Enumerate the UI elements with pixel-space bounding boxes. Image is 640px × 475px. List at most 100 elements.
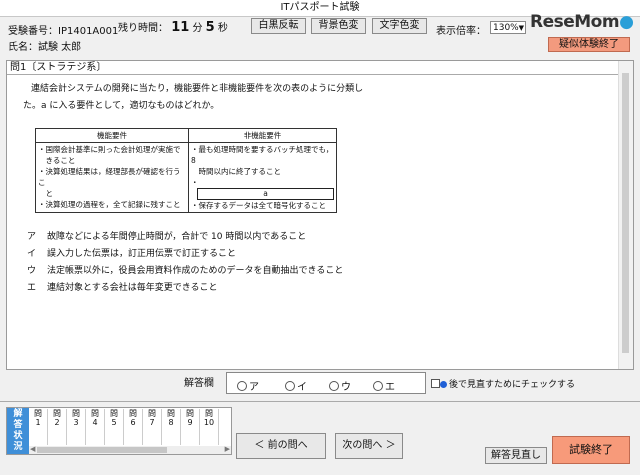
cell-word: 問 — [72, 409, 80, 418]
review-checkbox[interactable]: 後で見直すためにチェックする — [431, 377, 575, 390]
zoom-value: 130% — [493, 23, 519, 33]
finish-exam-button[interactable]: 試験終了 — [552, 436, 630, 464]
question-cell-4[interactable]: 問4 — [86, 409, 105, 445]
blank-a-box: a — [197, 188, 334, 200]
nonfunc-blank-row: ・ a — [191, 177, 334, 200]
choice-e: エ連結対象とする会社は毎年変更できること — [27, 280, 218, 293]
question-cell-5[interactable]: 問5 — [105, 409, 124, 445]
next-question-button[interactable]: 次の問へ ＞ — [335, 433, 403, 459]
scrollbar-thumb[interactable] — [622, 73, 629, 353]
choice-u-key: ウ — [27, 266, 37, 276]
cell-word: 問 — [148, 409, 156, 418]
zoom-select[interactable]: 130% ▼ — [490, 21, 526, 34]
status-scrollbar[interactable]: ◀ ▶ — [29, 445, 231, 454]
invert-colors-button[interactable]: 白黒反転 — [251, 18, 306, 34]
question-cell-7[interactable]: 問7 — [143, 409, 162, 445]
text-color-button[interactable]: 文字色変 — [372, 18, 427, 34]
func-item-2a: ・決算処理結果は，経理部長が確認を行うこ — [38, 167, 181, 187]
cell-word: 問 — [53, 409, 61, 418]
choice-a-key: ア — [27, 232, 37, 242]
zoom-label: 表示倍率： — [436, 26, 486, 37]
question-cell-2[interactable]: 問2 — [48, 409, 67, 445]
func-item-1a: ・国際会計基準に則った会計処理が実施で — [38, 145, 181, 154]
func-item-3: ・決算処理の過程を，全て記録に残すこと — [38, 200, 181, 209]
remaining-time: 残り時間： 11 分 5 秒 — [118, 19, 228, 35]
background-color-button[interactable]: 背景色変 — [311, 18, 366, 34]
question-cell-1[interactable]: 問1 — [29, 409, 48, 445]
question-cell-9[interactable]: 問9 — [181, 409, 200, 445]
cell-number: 9 — [187, 418, 193, 427]
functional-cell: ・国際会計基準に則った会計処理が実施で きること ・決算処理結果は，経理部長が確… — [35, 142, 189, 213]
choice-i-key: イ — [27, 249, 37, 259]
cell-number: 6 — [130, 418, 136, 427]
radio-icon[interactable] — [329, 381, 339, 391]
question-cell-10[interactable]: 問 10 — [200, 409, 219, 445]
cell-word: 問 — [91, 409, 99, 418]
choice-u-text: 法定帳票以外に，役員会用資料作成のためのデータを自動抽出できること — [47, 266, 344, 276]
status-label-char-3: 状 — [13, 431, 23, 441]
answer-options: ア イ ウ エ — [226, 372, 426, 394]
end-mock-exam-button[interactable]: 疑似体験終了 — [548, 37, 630, 52]
nonfunctional-header: 非機能要件 — [188, 128, 337, 143]
cell-number: 7 — [149, 418, 155, 427]
nonfunc-item-2: ・保存するデータは全て暗号化すること — [191, 201, 326, 210]
watermark-text: ReseMom — [530, 12, 620, 32]
cell-word: 問 — [205, 409, 213, 418]
cell-number: 1 — [35, 418, 41, 427]
question-line-2: た。a に入る要件として，適切なものはどれか。 — [23, 101, 220, 111]
question-cell-6[interactable]: 問6 — [124, 409, 143, 445]
answer-option-e[interactable]: エ — [373, 378, 395, 393]
answer-option-i-label: イ — [297, 382, 307, 393]
cell-number: 10 — [203, 418, 215, 427]
scroll-right-icon[interactable]: ▶ — [225, 445, 230, 453]
checkbox-icon[interactable] — [431, 379, 440, 388]
scroll-left-icon[interactable]: ◀ — [30, 445, 35, 453]
question-cell-3[interactable]: 問3 — [67, 409, 86, 445]
cell-word: 問 — [34, 409, 42, 418]
name-label: 氏名： — [8, 42, 38, 53]
question-cell-8[interactable]: 問8 — [162, 409, 181, 445]
answer-label: 解答欄 — [184, 378, 214, 389]
radio-icon[interactable] — [237, 381, 247, 391]
functional-header: 機能要件 — [35, 128, 189, 143]
radio-icon[interactable] — [285, 381, 295, 391]
status-label-char-1: 解 — [13, 409, 23, 419]
choice-i: イ誤入力した伝票は，訂正用伝票で訂正すること — [27, 246, 236, 259]
cell-word: 問 — [110, 409, 118, 418]
review-answers-button[interactable]: 解答見直し — [485, 447, 547, 464]
cell-number: 2 — [54, 418, 60, 427]
review-checkbox-label: 後で見直すためにチェックする — [449, 380, 576, 390]
prev-question-button[interactable]: ＜ 前の問へ — [236, 433, 326, 459]
answer-status-label: 解 答 状 況 — [7, 408, 29, 454]
choice-i-text: 誤入力した伝票は，訂正用伝票で訂正すること — [47, 249, 237, 259]
cell-number: 4 — [92, 418, 98, 427]
cell-number: 3 — [73, 418, 79, 427]
status-label-char-2: 答 — [13, 420, 23, 430]
question-line-1: 連結会計システムの開発に当たり，機能要件と非機能要件を次の表のように分類し — [31, 84, 364, 94]
exam-id-label: 受験番号： — [8, 26, 58, 37]
choice-a-text: 故障などによる年間停止時間が，合計で 10 時間以内であること — [47, 232, 307, 242]
time-minutes: 11 — [171, 20, 190, 35]
status-label-char-4: 況 — [13, 442, 23, 452]
exam-id: 受験番号：IP1401A001 — [8, 22, 118, 37]
answer-option-u-label: ウ — [341, 382, 351, 393]
answer-option-e-label: エ — [385, 382, 395, 393]
choice-e-key: エ — [27, 283, 37, 293]
vertical-scrollbar[interactable] — [618, 61, 633, 369]
time-seconds-unit: 秒 — [217, 23, 228, 34]
name-value: 試験 太郎 — [38, 42, 82, 53]
cell-word: 問 — [186, 409, 194, 418]
logo-dot-icon: ● — [619, 12, 634, 32]
cell-word: 問 — [167, 409, 175, 418]
exam-id-value: IP1401A001 — [58, 26, 119, 37]
func-item-2b: と — [38, 189, 53, 198]
nonfunctional-cell: ・最も処理時間を要するバッチ処理でも，8 時間以内に終了すること ・ a ・保存… — [188, 142, 337, 213]
radio-icon[interactable] — [373, 381, 383, 391]
choice-a: ア故障などによる年間停止時間が，合計で 10 時間以内であること — [27, 229, 306, 242]
choice-u: ウ法定帳票以外に，役員会用資料作成のためのデータを自動抽出できること — [27, 263, 343, 276]
question-content: 問1〔ストラテジ系〕 連結会計システムの開発に当たり，機能要件と非機能要件を次の… — [7, 61, 619, 369]
answer-option-a[interactable]: ア — [237, 378, 259, 393]
answer-option-u[interactable]: ウ — [329, 378, 351, 393]
answer-option-i[interactable]: イ — [285, 378, 307, 393]
status-scrollbar-thumb[interactable] — [37, 447, 167, 453]
